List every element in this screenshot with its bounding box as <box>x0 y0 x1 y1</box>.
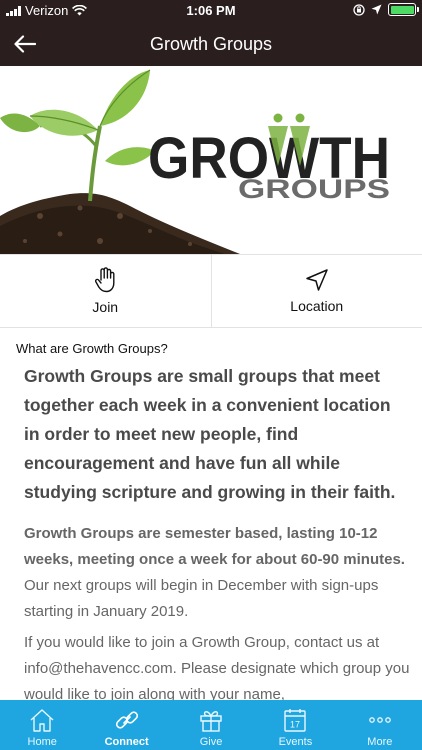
schedule-paragraph: Growth Groups are semester based, lastin… <box>24 521 410 625</box>
tab-connect-label: Connect <box>104 736 149 748</box>
location-button[interactable]: Location <box>210 255 422 327</box>
growth-groups-banner-image: GROWTH GROUPS <box>0 69 390 254</box>
gift-icon <box>200 711 222 732</box>
calendar-icon: 17 <box>284 709 307 732</box>
svg-text:17: 17 <box>290 720 300 730</box>
home-icon <box>30 709 54 732</box>
tab-home[interactable]: Home <box>0 700 84 750</box>
tab-events[interactable]: 17 Events <box>253 700 337 750</box>
navigation-arrow-icon <box>306 269 328 291</box>
link-icon <box>115 711 138 729</box>
tab-bar: Home Connect Give 17 Events More <box>0 700 422 750</box>
intro-paragraph: Growth Groups are small groups that meet… <box>24 366 396 502</box>
more-dots-icon <box>368 717 391 723</box>
schedule-bold-text: Growth Groups are semester based, lastin… <box>24 525 405 568</box>
tab-events-label: Events <box>278 736 313 748</box>
section-heading: What are Growth Groups? <box>16 341 168 356</box>
battery-icon <box>388 3 419 16</box>
tab-give-label: Give <box>199 736 223 748</box>
rotation-lock-icon <box>353 3 365 16</box>
location-services-icon <box>371 4 382 15</box>
tab-more[interactable]: More <box>338 700 422 750</box>
action-row: Join Location <box>0 254 422 328</box>
status-bar: Verizon 1:06 PM <box>0 0 422 22</box>
battery-level <box>390 5 414 14</box>
join-label: Join <box>92 299 119 315</box>
schedule-rest-text: Our next groups will begin in December w… <box>24 577 379 620</box>
tab-connect[interactable]: Connect <box>84 700 168 750</box>
nav-bar: Growth Groups <box>0 22 422 66</box>
page-title: Growth Groups <box>149 34 273 54</box>
contact-paragraph: If you would like to join a Growth Group… <box>24 634 410 700</box>
join-button[interactable]: Join <box>0 255 211 327</box>
hero-banner: GROWTH GROUPS <box>0 66 422 254</box>
tab-more-label: More <box>367 736 393 748</box>
status-right-group <box>353 3 419 16</box>
logo-groups-text: GROUPS <box>238 174 390 204</box>
content-area[interactable]: What are Growth Groups? Growth Groups ar… <box>0 328 422 700</box>
hand-pointer-icon <box>95 267 115 293</box>
location-label: Location <box>290 298 344 314</box>
tab-home-label: Home <box>27 736 57 748</box>
tab-give[interactable]: Give <box>169 700 253 750</box>
